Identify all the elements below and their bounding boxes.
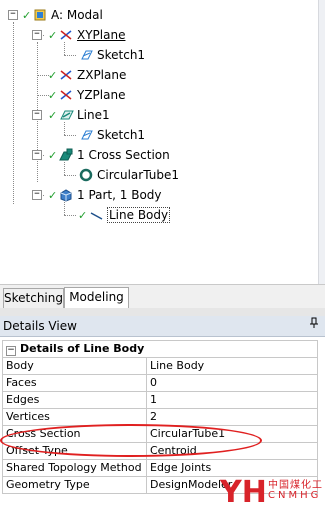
property-key: Vertices (2, 408, 147, 426)
table-row[interactable]: Body Line Body (2, 357, 318, 375)
tree-node-label: XYPlane (77, 28, 126, 42)
property-key: Edges (2, 391, 147, 409)
checkmark-icon: ✓ (78, 208, 88, 222)
line-body-icon (88, 208, 104, 222)
plane-axes-icon (58, 88, 74, 102)
plane-axes-icon (58, 68, 74, 82)
tab-sketching[interactable]: Sketching (3, 288, 64, 309)
property-value[interactable]: 0 (146, 374, 318, 392)
tree-node-label: Line1 (77, 108, 110, 122)
tree-scrollbar[interactable] (318, 0, 325, 284)
tree-node-label: 1 Part, 1 Body (77, 188, 162, 202)
tree-node-cross-section[interactable]: ✓ 1 Cross Section (48, 146, 170, 164)
checkmark-icon: ✓ (48, 88, 58, 102)
tree-node-line-body[interactable]: ✓ Line Body (78, 206, 171, 224)
root-expander[interactable]: − (8, 10, 18, 20)
tree-node-circulartube1[interactable]: CircularTube1 (78, 166, 179, 184)
checkmark-icon: ✓ (48, 108, 58, 122)
xyplane-expander[interactable]: − (32, 30, 42, 40)
pin-icon[interactable] (309, 316, 319, 336)
watermark-logo: YH 中国煤化工 CNMHG (218, 472, 325, 510)
part-expander[interactable]: − (32, 190, 42, 200)
cross-section-icon (58, 148, 74, 162)
highlight-ellipse (0, 424, 262, 457)
watermark-cn-text: 中国煤化工 (268, 480, 323, 491)
model-tree: − ✓ A: Modal − ✓ XYPlane Sketch1 ✓ ZXPla… (0, 0, 318, 284)
tab-bar: Sketching Modeling (0, 284, 325, 310)
tree-node-label: YZPlane (77, 88, 126, 102)
part-body-icon (58, 188, 74, 202)
checkmark-icon: ✓ (48, 68, 58, 82)
sketch-icon (78, 128, 94, 142)
tree-node-root[interactable]: ✓ A: Modal (22, 6, 103, 24)
tree-node-label: Sketch1 (97, 48, 146, 62)
tree-node-line1[interactable]: ✓ Line1 (48, 106, 110, 124)
panel-splitter[interactable] (0, 308, 325, 316)
details-view-title: Details View (3, 319, 77, 333)
tree-node-label: 1 Cross Section (77, 148, 170, 162)
tree-node-zxplane[interactable]: ✓ ZXPlane (48, 66, 126, 84)
table-row[interactable]: Vertices 2 (2, 408, 318, 426)
checkmark-icon: ✓ (48, 148, 58, 162)
details-table: − Details of Line Body Body Line Body Face… (2, 340, 318, 494)
tree-node-label: Sketch1 (97, 128, 146, 142)
table-row[interactable]: Edges 1 (2, 391, 318, 409)
checkmark-icon: ✓ (48, 28, 58, 42)
property-key: Shared Topology Method (2, 459, 147, 477)
tree-node-label: ZXPlane (77, 68, 127, 82)
property-key: Body (2, 357, 147, 375)
checkmark-icon: ✓ (22, 8, 32, 22)
tree-node-label: Line Body (107, 207, 171, 223)
property-value[interactable]: 1 (146, 391, 318, 409)
svg-text:YH: YH (219, 475, 267, 508)
tree-node-sketch1-xy[interactable]: Sketch1 (78, 46, 145, 64)
tab-modeling[interactable]: Modeling (64, 287, 129, 310)
tree-node-xyplane[interactable]: ✓ XYPlane (48, 26, 125, 44)
checkmark-icon: ✓ (48, 188, 58, 202)
tree-node-part[interactable]: ✓ 1 Part, 1 Body (48, 186, 162, 204)
watermark-en-text: CNMHG (268, 490, 322, 501)
sketch-icon (78, 48, 94, 62)
cross-section-expander[interactable]: − (32, 150, 42, 160)
property-value[interactable]: 2 (146, 408, 318, 426)
details-view-header: Details View (0, 316, 325, 337)
property-key: Geometry Type (2, 476, 147, 494)
tree-node-yzplane[interactable]: ✓ YZPlane (48, 86, 125, 104)
circular-tube-icon (78, 168, 94, 182)
group-expander[interactable]: − (6, 346, 16, 356)
details-group-label: Details of Line Body (20, 342, 145, 355)
tree-node-label: CircularTube1 (97, 168, 179, 182)
details-group-row[interactable]: − Details of Line Body (2, 340, 318, 358)
plane-axes-icon (58, 28, 74, 42)
property-key: Faces (2, 374, 147, 392)
line-feature-icon (58, 108, 74, 122)
table-row[interactable]: Faces 0 (2, 374, 318, 392)
line1-expander[interactable]: − (32, 110, 42, 120)
tree-node-label: A: Modal (51, 8, 103, 22)
tree-node-sketch1-line[interactable]: Sketch1 (78, 126, 145, 144)
property-value[interactable]: Line Body (146, 357, 318, 375)
model-icon (32, 8, 48, 22)
